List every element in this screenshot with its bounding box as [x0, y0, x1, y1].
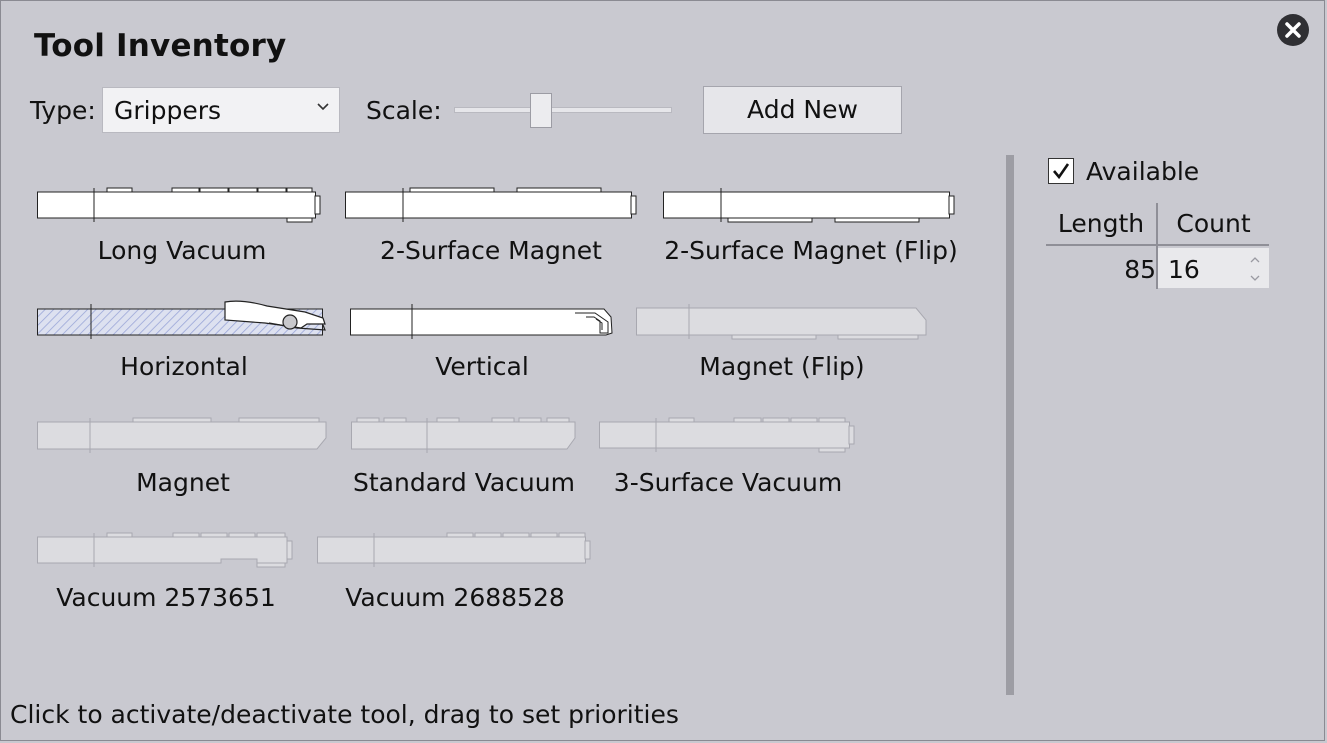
horizontal-gripper-icon [37, 300, 326, 339]
magnet-flip-icon [636, 304, 927, 340]
tool-long-vacuum[interactable]: Long Vacuum [37, 186, 327, 266]
type-select-value: Grippers [114, 96, 222, 125]
vertical-gripper-icon [350, 304, 613, 339]
tool-name: Long Vacuum [97, 236, 267, 265]
standard-vacuum-icon [351, 417, 576, 453]
status-bar-text: Click to activate/deactivate tool, drag … [10, 700, 679, 729]
tool-2-surface-magnet[interactable]: 2-Surface Magnet [345, 186, 641, 266]
tool-horizontal[interactable]: Horizontal [37, 300, 327, 384]
add-new-button[interactable]: Add New [703, 86, 902, 134]
available-checkbox[interactable] [1048, 158, 1074, 184]
scale-slider-thumb[interactable] [530, 93, 552, 128]
2-surface-magnet-flip-icon [663, 188, 955, 223]
tool-3-surface-vacuum[interactable]: 3-Surface Vacuum [599, 416, 857, 500]
scale-label: Scale: [366, 96, 442, 125]
2-surface-magnet-icon [345, 187, 637, 222]
vacuum-2688528-icon [317, 532, 591, 567]
tool-vacuum-2688528[interactable]: Vacuum 2688528 [317, 531, 593, 615]
tool-magnet[interactable]: Magnet [37, 416, 329, 500]
available-label: Available [1086, 157, 1200, 186]
tool-name: Vacuum 2688528 [345, 583, 565, 612]
tool-name: 2-Surface Magnet [380, 236, 602, 265]
column-header-count: Count [1176, 209, 1251, 238]
checkmark-icon [1053, 163, 1070, 180]
tool-magnet-flip[interactable]: Magnet (Flip) [636, 300, 928, 384]
tool-name: 3-Surface Vacuum [613, 468, 843, 497]
close-button[interactable] [1277, 14, 1309, 46]
tool-name: Magnet [136, 468, 230, 497]
type-select[interactable]: Grippers [102, 87, 340, 133]
vacuum-2573651-icon [37, 532, 293, 568]
tool-name: 2-Surface Magnet (Flip) [664, 236, 958, 265]
tool-vertical[interactable]: Vertical [350, 300, 616, 384]
table-cell-length: 85 [1124, 255, 1156, 284]
type-label: Type: [30, 96, 96, 125]
window-title: Tool Inventory [34, 28, 287, 64]
tool-name: Vacuum 2573651 [56, 583, 276, 612]
magnet-icon [37, 417, 327, 453]
close-icon [1285, 22, 1301, 38]
tool-2-surface-magnet-flip[interactable]: 2-Surface Magnet (Flip) [663, 186, 959, 266]
tool-name: Vertical [435, 352, 529, 381]
tool-name: Standard Vacuum [353, 468, 575, 497]
scale-slider-track[interactable] [454, 107, 672, 113]
count-spinbox[interactable]: 16 [1158, 248, 1269, 288]
tool-standard-vacuum[interactable]: Standard Vacuum [351, 416, 577, 500]
tool-name: Magnet (Flip) [699, 352, 865, 381]
3-surface-vacuum-icon [599, 417, 855, 453]
tool-vacuum-2573651[interactable]: Vacuum 2573651 [37, 531, 295, 615]
count-value: 16 [1168, 255, 1200, 284]
spin-arrows-icon[interactable] [1249, 254, 1261, 284]
tool-name: Horizontal [120, 352, 248, 381]
panel-splitter[interactable] [1006, 155, 1014, 695]
long-vacuum-icon [37, 187, 321, 223]
chevron-down-icon [317, 103, 329, 111]
column-header-length: Length [1057, 209, 1145, 238]
